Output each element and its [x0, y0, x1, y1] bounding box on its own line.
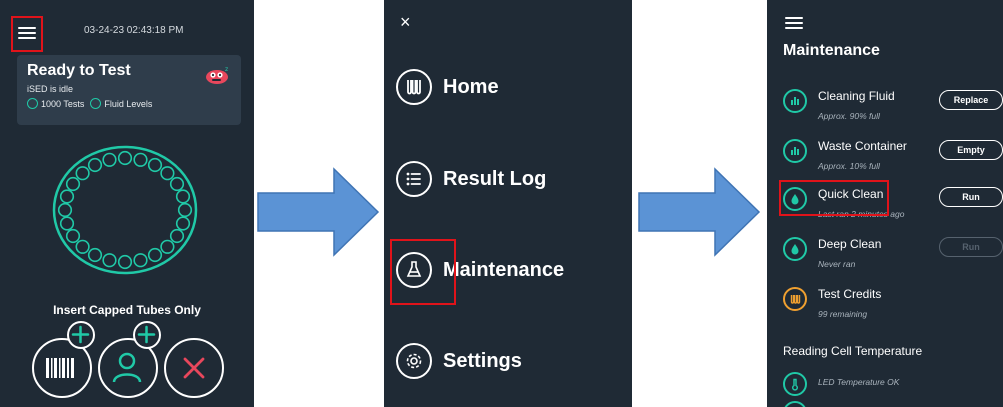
- svg-text:z: z: [225, 66, 228, 73]
- tests-count: 1000 Tests: [41, 98, 85, 109]
- tube-slots: [57, 150, 193, 270]
- tube-slot: [160, 166, 175, 181]
- tests-icon: [27, 98, 38, 109]
- list-icon: [396, 161, 432, 197]
- tube-slot: [75, 166, 90, 181]
- maintenance-row-test-credits: Test Credits 99 remaining: [783, 287, 1003, 331]
- item-name: Test Credits: [818, 287, 882, 301]
- droplet-icon: [783, 237, 807, 261]
- main-menu-screen: × Home Result Log Maintenance Settings: [384, 0, 632, 407]
- tube-slot: [117, 254, 133, 270]
- item-status: Approx. 90% full: [818, 111, 880, 121]
- menu-item-settings[interactable]: Settings: [396, 343, 522, 379]
- temperature-status: LED Temperature OK: [818, 377, 900, 387]
- tube-slot: [169, 228, 185, 244]
- menu-label: Result Log: [443, 167, 547, 190]
- menu-label: Maintenance: [443, 258, 565, 281]
- menu-item-result-log[interactable]: Result Log: [396, 161, 546, 197]
- tube-slot: [57, 202, 73, 218]
- tube-slot: [147, 247, 163, 263]
- tube-slot: [59, 216, 75, 231]
- instruction-text: Insert Capped Tubes Only: [53, 303, 201, 317]
- highlight-box: [779, 180, 889, 216]
- deep-clean-run-button[interactable]: Run: [939, 237, 1003, 257]
- cancel-button[interactable]: [164, 338, 224, 398]
- plus-icon: [71, 325, 90, 344]
- mascot-icon: z: [206, 66, 228, 84]
- tube-rack: [52, 145, 198, 275]
- maintenance-row-cleaning-fluid: Cleaning Fluid Approx. 90% full Replace: [783, 89, 1003, 133]
- maintenance-screen: Maintenance Cleaning Fluid Approx. 90% f…: [767, 0, 1003, 407]
- tube-slot: [175, 189, 191, 204]
- highlight-box: [11, 16, 43, 52]
- maintenance-row-deep-clean: Deep Clean Never ran Run: [783, 237, 1003, 281]
- tube-slot: [87, 247, 103, 263]
- tube-slot: [169, 176, 185, 192]
- page-title: Maintenance: [783, 42, 880, 59]
- tubes-icon: [783, 287, 807, 311]
- tube-slot: [160, 239, 175, 254]
- tube-slot: [117, 150, 133, 166]
- menu-icon[interactable]: [785, 14, 803, 32]
- fluid-levels-link[interactable]: Fluid Levels: [104, 99, 152, 109]
- item-name: Waste Container: [818, 139, 907, 153]
- tubes-icon: [396, 69, 432, 105]
- tube-slot: [133, 253, 148, 268]
- item-name: Cleaning Fluid: [818, 89, 895, 103]
- fluid-icon: [90, 98, 102, 109]
- tube-slot: [65, 176, 81, 192]
- close-icon[interactable]: ×: [400, 12, 411, 33]
- menu-label: Settings: [443, 349, 522, 372]
- arrow-right-icon: [257, 167, 380, 257]
- item-status: 99 remaining: [818, 309, 868, 319]
- home-screen: 03-24-23 02:43:18 PM Ready to Test iSED …: [0, 0, 254, 407]
- tube-slot: [75, 239, 90, 254]
- tube-slot: [102, 152, 117, 167]
- tube-slot: [65, 228, 81, 244]
- maintenance-row-waste-container: Waste Container Approx. 10% full Empty: [783, 139, 1003, 183]
- status-subtitle: iSED is idle: [27, 84, 74, 94]
- thermometer-icon: [783, 372, 807, 396]
- datetime: 03-24-23 02:43:18 PM: [84, 25, 184, 36]
- tube-slot: [87, 157, 103, 173]
- status-info: 1000 Tests Fluid Levels: [27, 98, 152, 109]
- temperature-row: LED Temperature OK: [783, 372, 1003, 407]
- status-card: Ready to Test iSED is idle 1000 Tests Fl…: [17, 55, 241, 125]
- empty-button[interactable]: Empty: [939, 140, 1003, 160]
- add-barcode-badge: [67, 321, 95, 349]
- highlight-box: [390, 239, 456, 305]
- tube-slot: [59, 189, 75, 204]
- replace-button[interactable]: Replace: [939, 90, 1003, 110]
- cancel-icon: [183, 357, 205, 379]
- tube-slot: [147, 157, 163, 173]
- section-title: Reading Cell Temperature: [783, 344, 923, 358]
- tube-slot: [133, 152, 148, 167]
- arrow-right-icon: [638, 167, 761, 257]
- tube-slot: [177, 202, 193, 218]
- menu-item-home[interactable]: Home: [396, 69, 499, 105]
- item-status: Never ran: [818, 259, 856, 269]
- menu-label: Home: [443, 75, 499, 98]
- fluid-level-icon: [783, 89, 807, 113]
- tube-slot: [102, 253, 117, 268]
- item-name: Deep Clean: [818, 237, 882, 251]
- item-status: Approx. 10% full: [818, 161, 880, 171]
- quick-clean-run-button[interactable]: Run: [939, 187, 1003, 207]
- fluid-level-icon: [783, 139, 807, 163]
- tube-slot: [175, 216, 191, 231]
- add-patient-badge: [133, 321, 161, 349]
- gear-icon: [396, 343, 432, 379]
- status-title: Ready to Test: [27, 62, 131, 79]
- plus-icon: [137, 325, 156, 344]
